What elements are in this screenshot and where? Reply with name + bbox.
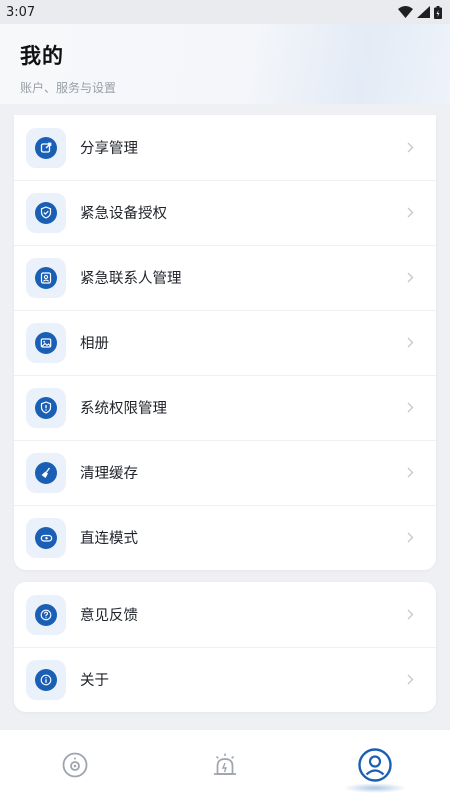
icon-tile (26, 659, 66, 700)
status-bar: 3:07 (0, 0, 450, 24)
info-icon (35, 668, 57, 691)
photo-album-icon (35, 331, 57, 354)
chevron-right-icon (400, 142, 420, 153)
support-menu-card: 意见反馈 关于 (14, 582, 436, 712)
chevron-right-icon (400, 532, 420, 543)
menu-item-system-permissions[interactable]: 系统权限管理 (14, 375, 436, 440)
broom-icon (35, 461, 57, 484)
settings-menu-card: 分享管理 紧急设备授权 紧急联系人管理 相册 系统权限管理 清理缓存 直连模式 (14, 115, 436, 570)
menu-item-about[interactable]: 关于 (14, 647, 436, 712)
contact-card-icon (35, 266, 57, 289)
menu-item-album[interactable]: 相册 (14, 310, 436, 375)
chevron-right-icon (400, 272, 420, 283)
share-edit-icon (35, 136, 57, 159)
chevron-right-icon (400, 467, 420, 478)
chevron-right-icon (400, 402, 420, 413)
active-tab-indicator (343, 782, 407, 793)
menu-item-label: 分享管理 (80, 141, 138, 157)
signal-icon (417, 6, 430, 18)
menu-item-label: 紧急联系人管理 (80, 271, 182, 287)
profile-tab-icon (358, 748, 392, 782)
tab-profile[interactable] (325, 730, 425, 800)
bottom-tab-bar (0, 729, 450, 800)
chevron-right-icon (400, 207, 420, 218)
icon-tile (26, 594, 66, 635)
camera-tab-icon (62, 752, 88, 778)
menu-item-label: 相册 (80, 336, 109, 352)
menu-item-share-management[interactable]: 分享管理 (14, 115, 436, 180)
page-subtitle: 账户、服务与设置 (20, 81, 117, 95)
shield-check-icon (35, 201, 57, 224)
wifi-icon (398, 6, 413, 18)
icon-tile (26, 452, 66, 493)
chevron-right-icon (400, 674, 420, 685)
menu-item-label: 直连模式 (80, 531, 138, 547)
icon-tile (26, 387, 66, 428)
icon-tile (26, 192, 66, 233)
status-icons (398, 5, 442, 19)
icon-tile (26, 257, 66, 298)
tab-alarm[interactable] (175, 730, 275, 800)
page-header: 我的 账户、服务与设置 (0, 24, 450, 104)
menu-item-feedback[interactable]: 意见反馈 (14, 582, 436, 647)
menu-item-label: 意见反馈 (80, 608, 138, 624)
chevron-right-icon (400, 609, 420, 620)
router-icon (35, 526, 57, 549)
page-title: 我的 (20, 44, 64, 68)
icon-tile (26, 322, 66, 363)
icon-tile (26, 127, 66, 168)
menu-item-label: 关于 (80, 673, 109, 689)
battery-icon (434, 5, 442, 19)
menu-item-label: 清理缓存 (80, 466, 138, 482)
shield-alert-icon (35, 396, 57, 419)
chevron-right-icon (400, 337, 420, 348)
menu-item-label: 紧急设备授权 (80, 206, 167, 222)
menu-item-clear-cache[interactable]: 清理缓存 (14, 440, 436, 505)
menu-item-emergency-contacts[interactable]: 紧急联系人管理 (14, 245, 436, 310)
alarm-tab-icon (214, 753, 236, 775)
menu-item-label: 系统权限管理 (80, 401, 167, 417)
menu-item-emergency-device-authorization[interactable]: 紧急设备授权 (14, 180, 436, 245)
question-icon (35, 603, 57, 626)
status-time: 3:07 (6, 4, 36, 20)
tab-camera[interactable] (25, 730, 125, 800)
menu-item-direct-connection-mode[interactable]: 直连模式 (14, 505, 436, 570)
icon-tile (26, 517, 66, 558)
